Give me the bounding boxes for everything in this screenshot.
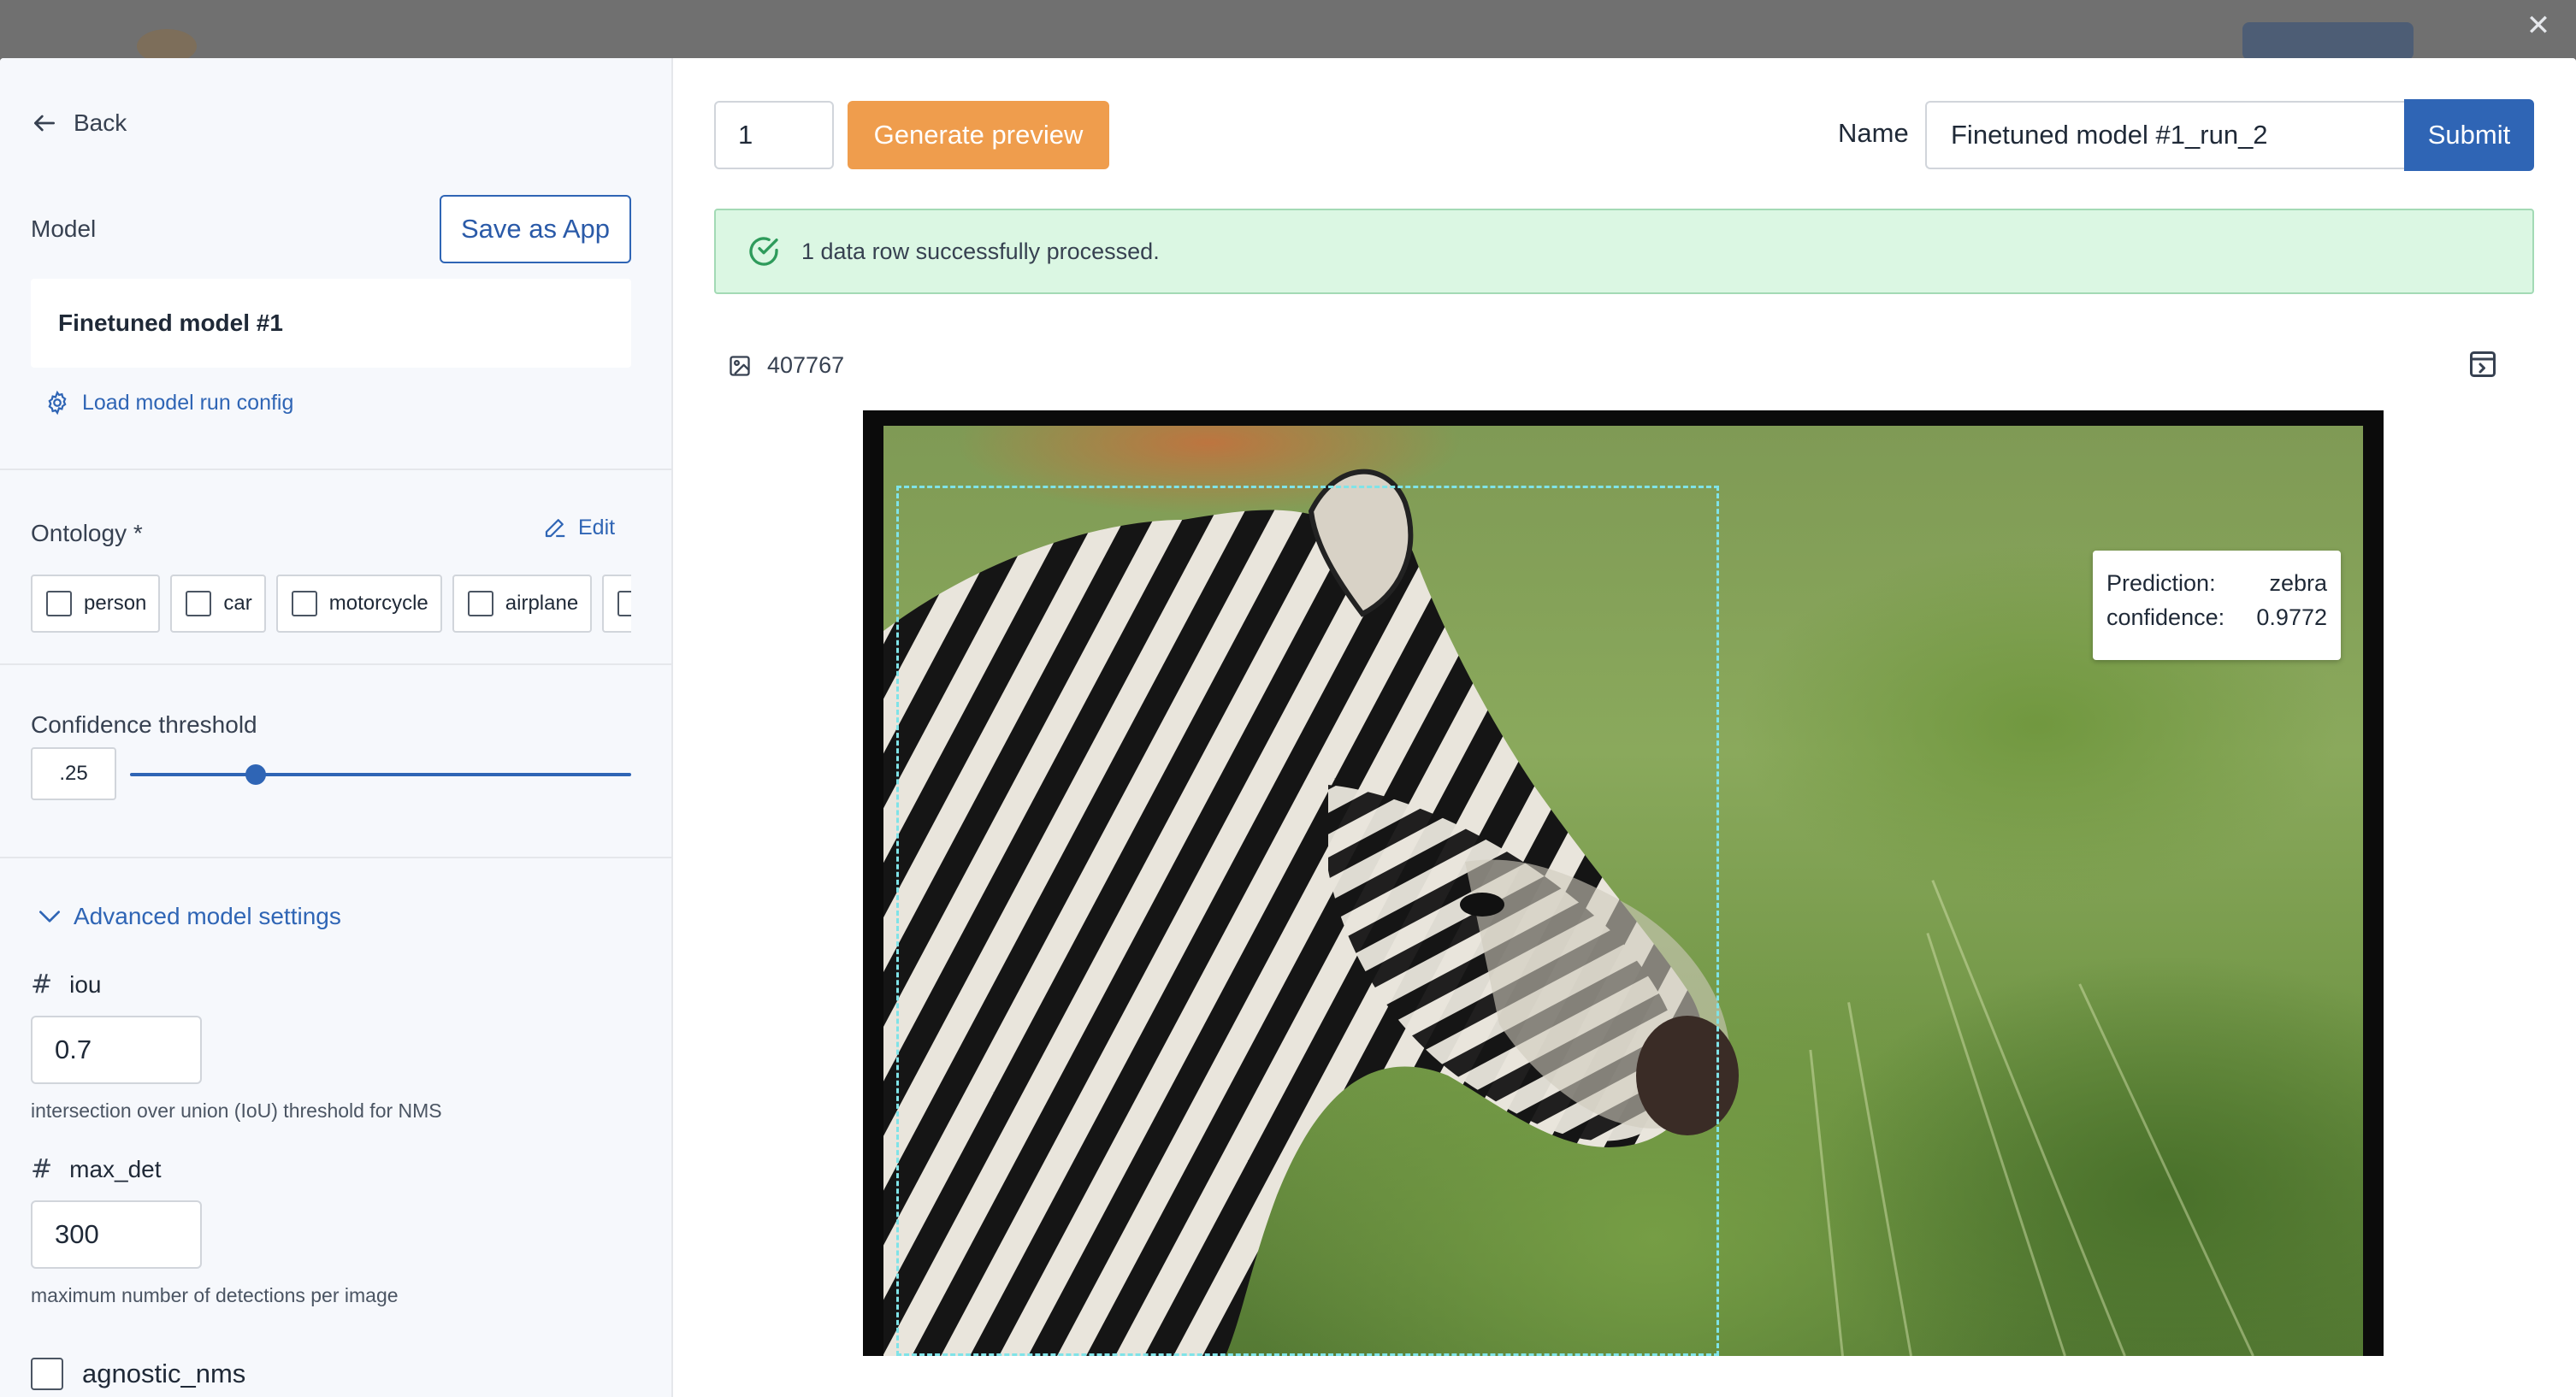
tooltip-prediction-row: Prediction: zebra <box>2106 566 2327 600</box>
chip-label: motorcycle <box>328 592 428 615</box>
load-config-label: Load model run config <box>82 390 294 415</box>
image-icon <box>730 355 750 376</box>
save-as-app-button[interactable]: Save as App <box>440 195 631 263</box>
checkbox[interactable] <box>46 591 72 616</box>
slider-track <box>130 773 631 776</box>
model-run-modal: Back Model Save as App Finetuned model #… <box>0 58 2576 1397</box>
max-det-help-text: maximum number of detections per image <box>31 1284 399 1306</box>
checkbox[interactable] <box>467 591 493 616</box>
name-label: Name <box>1838 118 1909 148</box>
confidence-input[interactable] <box>31 747 116 800</box>
generate-preview-button[interactable]: Generate preview <box>848 101 1109 169</box>
ontology-chip[interactable]: car <box>170 575 266 633</box>
edit-ontology-button[interactable]: Edit <box>542 515 615 540</box>
tooltip-confidence-row: confidence: 0.9772 <box>2106 600 2327 634</box>
ontology-chip[interactable]: motorcycle <box>275 575 442 633</box>
pencil-icon <box>545 519 565 538</box>
ontology-section: Ontology * Edit person car motorcycle ai… <box>0 470 671 665</box>
ontology-label: Ontology * <box>31 520 143 546</box>
submit-button[interactable]: Submit <box>2404 99 2534 171</box>
preview-panel: Generate preview Name Submit 1 data row … <box>673 58 2576 1397</box>
row-count-input[interactable] <box>714 101 834 169</box>
model-name: Finetuned model #1 <box>58 309 283 336</box>
confidence-slider[interactable] <box>130 751 631 799</box>
ontology-chip[interactable]: person <box>31 575 161 633</box>
param-name: iou <box>69 970 102 998</box>
param-label-iou: # iou <box>31 970 102 999</box>
ontology-chip[interactable]: airplane <box>452 575 593 633</box>
agnostic-nms-checkbox-row[interactable]: agnostic_nms <box>31 1358 245 1390</box>
param-name: max_det <box>69 1155 162 1182</box>
confidence-key: confidence: <box>2106 604 2225 630</box>
arrow-left-icon <box>34 115 55 132</box>
confidence-value: 0.9772 <box>2256 604 2327 630</box>
chip-label: car <box>223 592 252 615</box>
chevron-down-icon <box>39 911 60 922</box>
checkbox[interactable] <box>291 591 317 616</box>
max-det-input[interactable] <box>31 1200 202 1269</box>
slider-thumb[interactable] <box>245 764 266 785</box>
prediction-bounding-box[interactable] <box>896 486 1719 1356</box>
model-section: Back Model Save as App Finetuned model #… <box>0 58 671 470</box>
confidence-section: Confidence threshold <box>0 665 671 858</box>
advanced-settings-label: Advanced model settings <box>74 903 341 929</box>
side-panel-icon[interactable] <box>2467 349 2498 380</box>
checkbox[interactable] <box>31 1358 63 1390</box>
load-config-link[interactable]: Load model run config <box>44 390 293 416</box>
success-message: 1 data row successfully processed. <box>801 238 1160 264</box>
param-label-max-det: # max_det <box>31 1154 162 1184</box>
settings-sidebar: Back Model Save as App Finetuned model #… <box>0 58 673 1397</box>
prediction-tooltip: Prediction: zebra confidence: 0.9772 <box>2093 551 2341 660</box>
check-circle-icon <box>749 237 778 266</box>
ontology-chip-truncated[interactable] <box>602 575 631 633</box>
close-icon[interactable]: ✕ <box>2520 7 2557 44</box>
edit-label: Edit <box>578 515 616 539</box>
checkbox[interactable] <box>617 591 631 616</box>
ontology-chip-list: person car motorcycle airplane <box>31 575 631 634</box>
confidence-label: Confidence threshold <box>31 711 257 738</box>
gear-icon <box>48 390 67 416</box>
chip-label: airplane <box>505 592 579 615</box>
prediction-key: Prediction: <box>2106 570 2216 596</box>
backdrop-blur-button <box>2242 22 2414 60</box>
iou-help-text: intersection over union (IoU) threshold … <box>31 1099 442 1122</box>
advanced-settings-section: Advanced model settings # iou intersecti… <box>0 858 671 1397</box>
modal-backdrop: ✕ <box>0 0 2576 63</box>
chip-label: person <box>84 592 147 615</box>
advanced-settings-toggle[interactable]: Advanced model settings <box>36 903 341 930</box>
iou-input[interactable] <box>31 1016 202 1084</box>
back-label: Back <box>74 109 127 136</box>
model-selector[interactable]: Finetuned model #1 <box>31 279 631 368</box>
checkbox[interactable] <box>186 591 212 616</box>
back-button[interactable]: Back <box>31 109 127 137</box>
data-row-id: 407767 <box>767 352 845 378</box>
prediction-value: zebra <box>2269 570 2327 596</box>
data-row-header: 407767 <box>728 352 844 379</box>
model-label: Model <box>31 215 97 242</box>
success-banner: 1 data row successfully processed. <box>714 209 2534 294</box>
hash-icon: # <box>31 970 53 999</box>
run-name-input[interactable] <box>1925 101 2404 169</box>
hash-icon: # <box>31 1154 53 1184</box>
agnostic-nms-label: agnostic_nms <box>82 1359 246 1388</box>
